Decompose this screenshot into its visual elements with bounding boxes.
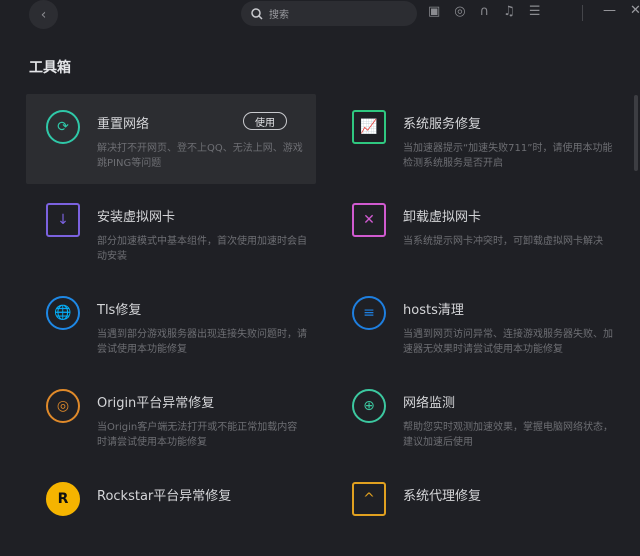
search-input[interactable]: 搜索 [241, 1, 417, 26]
use-button[interactable]: 使用 [243, 112, 287, 130]
scrollbar[interactable] [634, 95, 638, 171]
tool-title: 卸载虚拟网卡 [403, 210, 482, 225]
rockstar-icon: R [46, 482, 80, 516]
origin-icon: ◎ [46, 389, 80, 423]
badge-icon[interactable]: ▣ [428, 4, 440, 19]
tool-install-virtual-nic[interactable]: ↓ 安装虚拟网卡 部分加速模式中基本组件，首次使用加速时会自动安装 [26, 187, 316, 277]
divider [582, 5, 583, 21]
refresh-icon: ⟳ [46, 110, 80, 144]
chevron-left-icon: ‹ [40, 6, 47, 23]
page-title: 工具箱 [29, 60, 71, 76]
search-icon [251, 7, 263, 20]
monitor-chart-icon: 📈 [352, 110, 386, 144]
tool-title: Tls修复 [97, 303, 142, 318]
tool-system-service-repair[interactable]: 📈 系统服务修复 当加速器提示“加速失败711”时，请使用本功能检测系统服务是否… [332, 94, 622, 184]
close-button[interactable]: ✕ [630, 3, 640, 18]
tool-description: 帮助您实时观测加速效果，掌握电脑网络状态，建议加速后使用 [403, 422, 613, 448]
tool-origin-repair[interactable]: ◎ Origin平台异常修复 当Origin客户端无法打开或不能正常加载内容时请… [26, 373, 316, 463]
back-button[interactable]: ‹ [29, 0, 58, 29]
tool-title: 安装虚拟网卡 [97, 210, 176, 225]
tool-tls-repair[interactable]: 🌐 Tls修复 当遇到部分游戏服务器出现连接失败问题时，请尝试使用本功能修复 [26, 280, 316, 370]
tool-description: 解决打不开网页、登不上QQ、无法上网、游戏跳PING等问题 [97, 143, 303, 169]
tool-network-monitor[interactable]: ⊕ 网络监测 帮助您实时观测加速效果，掌握电脑网络状态，建议加速后使用 [332, 373, 622, 463]
tool-description: 当遇到部分游戏服务器出现连接失败问题时，请尝试使用本功能修复 [97, 329, 307, 355]
tool-description: 部分加速模式中基本组件，首次使用加速时会自动安装 [97, 236, 307, 262]
tool-system-proxy-repair[interactable]: ^ 系统代理修复 [332, 466, 622, 556]
download-card-icon: ↓ [46, 203, 80, 237]
menu-icon[interactable]: ☰ [529, 4, 541, 19]
tool-description: 当加速器提示“加速失败711”时，请使用本功能检测系统服务是否开启 [403, 143, 613, 169]
radar-icon: ⊕ [352, 389, 386, 423]
minimize-button[interactable]: — [603, 3, 616, 18]
database-icon: ≡ [352, 296, 386, 330]
globe-icon: 🌐 [46, 296, 80, 330]
tool-title: 网络监测 [403, 396, 456, 411]
headset-icon[interactable]: ∩ [480, 4, 490, 19]
search-placeholder: 搜索 [269, 10, 289, 21]
swirl-icon[interactable]: ◎ [454, 4, 465, 19]
tool-description: 当系统提示网卡冲突时，可卸载虚拟网卡解决 [403, 236, 603, 247]
tool-title: Origin平台异常修复 [97, 396, 215, 411]
tool-rockstar-repair[interactable]: R Rockstar平台异常修复 [26, 466, 316, 556]
monitor-proxy-icon: ^ [352, 482, 386, 516]
bell-icon[interactable]: ♫ [503, 4, 515, 19]
tool-reset-network[interactable]: ⟳ 重置网络 解决打不开网页、登不上QQ、无法上网、游戏跳PING等问题 使用 [26, 94, 316, 184]
tool-title: Rockstar平台异常修复 [97, 489, 232, 504]
tool-uninstall-virtual-nic[interactable]: ✕ 卸载虚拟网卡 当系统提示网卡冲突时，可卸载虚拟网卡解决 [332, 187, 622, 277]
tool-title: 重置网络 [97, 117, 150, 132]
tool-description: 当Origin客户端无法打开或不能正常加载内容时请尝试使用本功能修复 [97, 422, 298, 448]
tool-title: hosts清理 [403, 303, 464, 318]
tool-title: 系统服务修复 [403, 117, 482, 132]
tool-hosts-cleanup[interactable]: ≡ hosts清理 当遇到网页访问异常、连接游戏服务器失败、加速器无效果时请尝试… [332, 280, 622, 370]
remove-card-icon: ✕ [352, 203, 386, 237]
tool-description: 当遇到网页访问异常、连接游戏服务器失败、加速器无效果时请尝试使用本功能修复 [403, 329, 613, 355]
tool-title: 系统代理修复 [403, 489, 482, 504]
